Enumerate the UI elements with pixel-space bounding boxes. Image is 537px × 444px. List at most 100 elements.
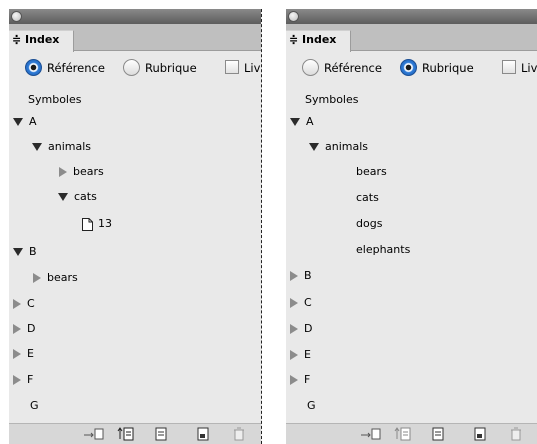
tree-label: F (304, 373, 311, 386)
tree-label: dogs (356, 217, 383, 230)
collapsed-triangle-icon[interactable] (290, 350, 298, 360)
topic-radio[interactable] (123, 59, 140, 76)
panel-toolbar (286, 423, 537, 444)
book-checkbox[interactable] (225, 60, 239, 74)
expanded-triangle-icon[interactable] (13, 118, 23, 126)
book-checkbox-label[interactable]: Liv (521, 61, 537, 75)
topic-radio[interactable] (400, 59, 417, 76)
tab-index[interactable]: ≑ Index (286, 30, 351, 52)
tree-label: D (304, 322, 313, 335)
tree-label: B (29, 245, 37, 258)
tree-row-f[interactable]: F (13, 373, 33, 391)
tree-row-bears[interactable]: bears (356, 165, 387, 183)
tree-label: E (27, 347, 34, 360)
collapsed-triangle-icon[interactable] (33, 273, 41, 283)
tree-label: C (304, 296, 312, 309)
expanded-triangle-icon[interactable] (58, 193, 68, 201)
tree-label: cats (74, 190, 97, 203)
tree-label: E (304, 348, 311, 361)
tree-row-e[interactable]: E (290, 348, 311, 366)
tab-index[interactable]: ≑ Index (9, 30, 74, 52)
tree-row-b-bears[interactable]: bears (33, 271, 78, 289)
tree-label: G (307, 399, 316, 412)
tree-row-a[interactable]: A (13, 115, 37, 133)
panel-close-icon[interactable] (288, 11, 299, 22)
tree-label: elephants (356, 243, 411, 256)
update-preview-icon[interactable] (117, 427, 135, 441)
generate-index-icon[interactable] (430, 427, 448, 441)
collapsed-triangle-icon[interactable] (290, 324, 298, 334)
panel-toolbar (9, 423, 261, 444)
tree-row-cats[interactable]: cats (356, 191, 379, 209)
tree-row-f[interactable]: F (290, 373, 310, 391)
page-icon (82, 217, 93, 231)
tree-row-d[interactable]: D (290, 322, 312, 340)
book-checkbox[interactable] (502, 60, 516, 74)
tree-row-b[interactable]: B (13, 245, 37, 263)
collapsed-triangle-icon[interactable] (290, 375, 298, 385)
tree-row-a[interactable]: A (290, 115, 314, 133)
tree-label: bears (356, 165, 387, 178)
reference-radio-label[interactable]: Référence (47, 61, 105, 75)
tree-label: animals (325, 140, 369, 153)
tree-label: F (27, 373, 34, 386)
tree-label: bears (73, 165, 104, 178)
panel-titlebar[interactable] (9, 9, 261, 24)
expanded-triangle-icon[interactable] (32, 143, 42, 151)
panel-titlebar[interactable] (286, 9, 537, 24)
topic-radio-label[interactable]: Rubrique (422, 61, 474, 75)
tree-label: D (27, 322, 36, 335)
expanded-triangle-icon[interactable] (13, 248, 23, 256)
delete-icon[interactable] (508, 427, 526, 441)
panel-close-icon[interactable] (11, 11, 22, 22)
topic-radio-label[interactable]: Rubrique (145, 61, 197, 75)
update-preview-icon[interactable] (394, 427, 412, 441)
tree-row-elephants[interactable]: elephants (356, 243, 410, 261)
tree-row-e[interactable]: E (13, 347, 34, 365)
expanded-triangle-icon[interactable] (309, 143, 319, 151)
tree-row-bears[interactable]: bears (59, 165, 104, 183)
tree-row-g[interactable]: G (307, 399, 316, 417)
reference-radio[interactable] (25, 59, 42, 76)
index-panel-topic: ≑ Index Référence Rubrique Liv Symboles … (286, 9, 537, 444)
tree-label: A (29, 115, 37, 128)
collapsed-triangle-icon[interactable] (59, 167, 67, 177)
collapsed-triangle-icon[interactable] (290, 271, 298, 281)
book-checkbox-label[interactable]: Liv (244, 61, 260, 75)
tree-row-animals[interactable]: animals (309, 140, 368, 158)
tree-label: 13 (98, 217, 112, 230)
expanded-triangle-icon[interactable] (290, 118, 300, 126)
go-to-entry-icon[interactable] (83, 427, 104, 441)
delete-icon[interactable] (231, 427, 249, 441)
tree-row-cats[interactable]: cats (58, 190, 97, 208)
tree-row-dogs[interactable]: dogs (356, 217, 382, 235)
panel-tabbar: ≑ Index (286, 24, 537, 52)
tree-row-b[interactable]: B (290, 269, 312, 287)
collapsed-triangle-icon[interactable] (290, 298, 298, 308)
go-to-entry-icon[interactable] (360, 427, 381, 441)
new-entry-icon[interactable] (472, 427, 490, 441)
tree-row-g[interactable]: G (30, 399, 39, 417)
tab-index-label: ≑ Index (289, 33, 337, 46)
index-panel-reference: ≑ Index Référence Rubrique Liv Symboles … (9, 9, 262, 444)
reference-radio-label[interactable]: Référence (324, 61, 382, 75)
collapsed-triangle-icon[interactable] (13, 349, 21, 359)
tree-row-d[interactable]: D (13, 322, 35, 340)
tree-row-animals[interactable]: animals (32, 140, 91, 158)
tree-label: animals (48, 140, 92, 153)
tree-row-c[interactable]: C (290, 296, 312, 314)
collapsed-triangle-icon[interactable] (13, 324, 21, 334)
tree-row-page-reference[interactable]: 13 (82, 217, 112, 235)
collapsed-triangle-icon[interactable] (13, 375, 21, 385)
tree-label: Symboles (305, 93, 359, 106)
collapsed-triangle-icon[interactable] (13, 299, 21, 309)
tab-index-label: ≑ Index (12, 33, 60, 46)
new-entry-icon[interactable] (195, 427, 213, 441)
tree-row-symbols[interactable]: Symboles (28, 93, 81, 111)
tree-row-symbols[interactable]: Symboles (305, 93, 358, 111)
reference-radio[interactable] (302, 59, 319, 76)
tree-row-c[interactable]: C (13, 297, 35, 315)
tree-label: cats (356, 191, 379, 204)
tree-label: B (304, 269, 312, 282)
generate-index-icon[interactable] (153, 427, 171, 441)
